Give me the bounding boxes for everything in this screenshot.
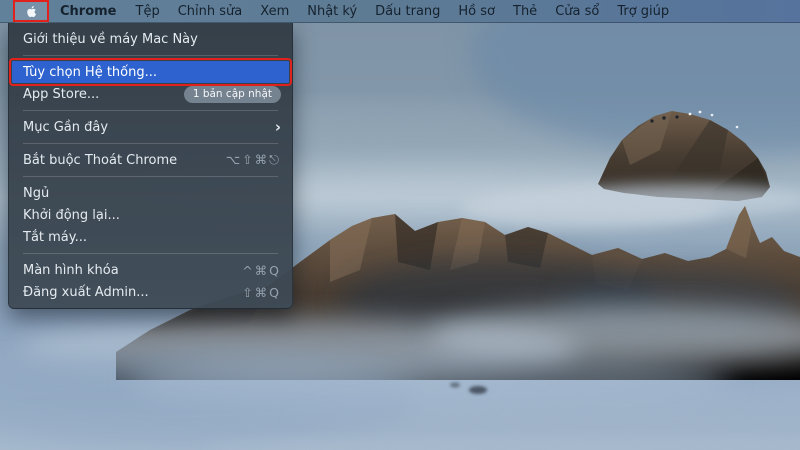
menu-item-sleep[interactable]: Ngủ [9, 182, 292, 204]
menu-bar: Chrome Tệp Chỉnh sửa Xem Nhật ký Dấu tra… [0, 0, 800, 23]
menu-item-label: Tắt máy... [23, 229, 88, 245]
menu-item-restart[interactable]: Khởi động lại... [9, 204, 292, 226]
menu-separator [23, 110, 278, 111]
update-count-badge: 1 bản cập nhật [183, 85, 281, 103]
menu-item-label: Mục Gần đây [23, 119, 109, 135]
keyboard-shortcut: ⌥⇧⌘⎋ [225, 152, 281, 167]
menubar-item-profiles[interactable]: Hồ sơ [449, 4, 504, 19]
keyboard-shortcut: ^⌘Q [242, 262, 281, 278]
chevron-right-icon: › [274, 117, 281, 136]
menu-item-system-preferences[interactable]: Tùy chọn Hệ thống... [9, 58, 292, 86]
menu-item-label: Ngủ [23, 185, 50, 201]
menu-item-label: Đăng xuất Admin... [23, 284, 149, 300]
menubar-item-chrome[interactable]: Chrome [50, 4, 127, 19]
menu-item-force-quit[interactable]: Bắt buộc Thoát Chrome ⌥⇧⌘⎋ [9, 149, 292, 171]
menu-separator [23, 253, 278, 254]
menu-item-label: Bắt buộc Thoát Chrome [23, 152, 178, 168]
menubar-item-tab[interactable]: Thẻ [504, 4, 546, 19]
apple-menu[interactable] [13, 0, 49, 23]
menu-item-app-store[interactable]: App Store... 1 bản cập nhật [9, 83, 292, 105]
menubar-item-view[interactable]: Xem [251, 4, 298, 19]
menu-item-lock-screen[interactable]: Màn hình khóa ^⌘Q [9, 259, 292, 281]
menubar-item-history[interactable]: Nhật ký [298, 4, 366, 19]
menu-separator [23, 55, 278, 56]
menubar-item-bookmarks[interactable]: Dấu trang [366, 4, 449, 19]
menubar-item-edit[interactable]: Chỉnh sửa [169, 4, 252, 19]
menubar-item-help[interactable]: Trợ giúp [608, 4, 678, 19]
menu-item-label: Khởi động lại... [23, 207, 120, 223]
apple-dropdown-menu: Giới thiệu về máy Mac Này Tùy chọn Hệ th… [8, 23, 293, 309]
menu-item-shut-down[interactable]: Tắt máy... [9, 226, 292, 248]
menu-item-label: Giới thiệu về máy Mac Này [23, 31, 198, 47]
menu-item-recent-items[interactable]: Mục Gần đây › [9, 116, 292, 138]
menu-separator [23, 143, 278, 144]
menu-item-label: App Store... [23, 86, 100, 102]
menu-item-about-this-mac[interactable]: Giới thiệu về máy Mac Này [9, 28, 292, 50]
menu-separator [23, 176, 278, 177]
apple-logo-icon [26, 5, 36, 17]
keyboard-shortcut: ⇧⌘Q [242, 284, 281, 300]
menu-item-label: Màn hình khóa [23, 262, 119, 278]
menubar-item-window[interactable]: Cửa sổ [546, 4, 608, 19]
menu-item-log-out[interactable]: Đăng xuất Admin... ⇧⌘Q [9, 281, 292, 303]
menu-item-label: Tùy chọn Hệ thống... [23, 64, 158, 80]
menubar-item-file[interactable]: Tệp [127, 4, 169, 19]
